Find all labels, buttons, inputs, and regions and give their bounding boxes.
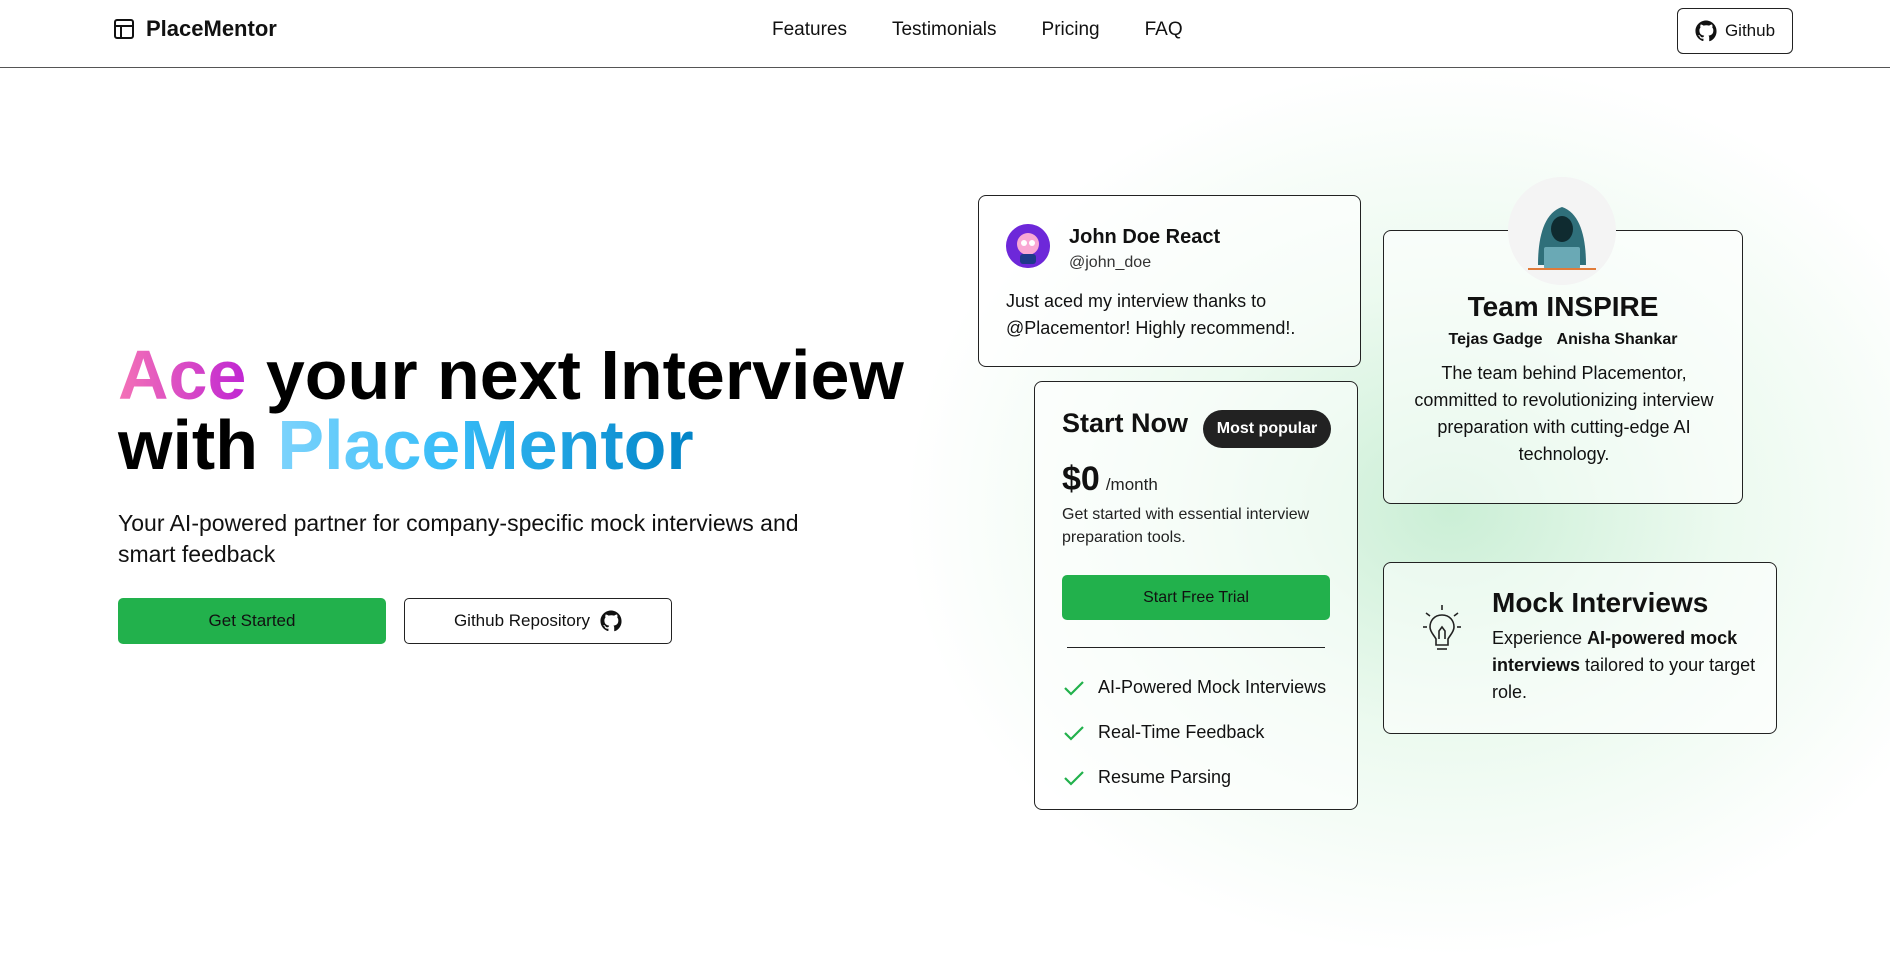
price: $0 /month	[1062, 460, 1158, 499]
team-card: Team INSPIRE Tejas Gadge Anisha Shankar …	[1383, 177, 1743, 504]
check-icon	[1064, 770, 1084, 786]
feature-list: AI-Powered Mock Interviews Real-Time Fee…	[1062, 665, 1326, 800]
feature-label: Resume Parsing	[1098, 767, 1232, 787]
team-member: Anisha Shankar	[1556, 331, 1678, 348]
testimonial-card: John Doe React @john_doe Just aced my in…	[978, 195, 1361, 367]
nav-links: Features Testimonials Pricing FAQ	[772, 19, 1183, 41]
team-avatar	[1508, 177, 1616, 285]
github-icon	[1695, 20, 1717, 42]
avatar-illustration-icon	[1006, 224, 1050, 268]
brand-name: PlaceMentor	[146, 16, 277, 41]
hooded-figure-icon	[1508, 177, 1616, 285]
hero-title: Ace your next Interview with PlaceMentor	[118, 340, 938, 480]
get-started-button[interactable]: Get Started	[118, 598, 386, 644]
check-icon	[1064, 680, 1084, 696]
feature-item: AI-Powered Mock Interviews	[1062, 665, 1326, 710]
nav-link-testimonials[interactable]: Testimonials	[892, 19, 997, 41]
divider	[1067, 647, 1325, 648]
github-button[interactable]: Github	[1677, 8, 1793, 54]
github-button-label: Github	[1724, 21, 1776, 40]
desc-prefix: Experience	[1492, 628, 1588, 648]
testimonial-text: Just aced my interview thanks to @Placem…	[1006, 291, 1296, 338]
hero-subtitle: Your AI-powered partner for company-spec…	[118, 510, 799, 567]
mock-interviews-title: Mock Interviews	[1492, 587, 1709, 618]
team-title: Team INSPIRE	[1467, 291, 1659, 322]
hero-buttons: Get Started Github Repository	[118, 598, 938, 644]
team-members: Tejas Gadge Anisha Shankar	[1384, 331, 1742, 349]
avatar	[1006, 224, 1050, 268]
mock-interviews-card: Mock Interviews Experience AI-powered mo…	[1383, 562, 1777, 734]
most-popular-badge: Most popular	[1203, 410, 1331, 448]
pricing-title: Start Now	[1062, 408, 1189, 438]
team-description: The team behind Placementor, committed t…	[1414, 363, 1714, 464]
pricing-description: Get started with essential interview pre…	[1062, 506, 1310, 546]
testimonial-handle: @john_doe	[1069, 254, 1152, 271]
team-member: Tejas Gadge	[1448, 331, 1543, 348]
github-repository-label: Github Repository	[453, 611, 591, 630]
hero: Ace your next Interview with PlaceMentor…	[118, 340, 938, 644]
testimonial-name: John Doe React	[1069, 226, 1221, 248]
feature-label: AI-Powered Mock Interviews	[1098, 677, 1327, 697]
feature-label: Real-Time Feedback	[1098, 722, 1265, 742]
mock-interviews-description: Experience AI-powered mock interviews ta…	[1492, 625, 1762, 706]
pricing-card: Start Now Most popular $0 /month Get sta…	[1034, 381, 1358, 810]
navbar: PlaceMentor Features Testimonials Pricin…	[0, 0, 1890, 68]
price-amount: $0	[1062, 460, 1100, 498]
lightbulb-icon	[1423, 605, 1461, 650]
price-period: /month	[1105, 475, 1158, 494]
hero-title-brand: PlaceMentor	[277, 406, 694, 484]
github-icon	[600, 610, 622, 632]
brand[interactable]: PlaceMentor	[112, 16, 277, 42]
nav-link-pricing[interactable]: Pricing	[1042, 19, 1100, 41]
nav-link-faq[interactable]: FAQ	[1145, 19, 1183, 41]
feature-item: Resume Parsing	[1062, 755, 1326, 800]
hero-title-ace: Ace	[118, 336, 247, 414]
start-free-trial-button[interactable]: Start Free Trial	[1062, 575, 1330, 620]
feature-item: Real-Time Feedback	[1062, 710, 1326, 755]
nav-link-features[interactable]: Features	[772, 19, 847, 41]
github-repository-button[interactable]: Github Repository	[404, 598, 672, 644]
layout-panel-icon	[114, 19, 134, 39]
check-icon	[1064, 725, 1084, 741]
